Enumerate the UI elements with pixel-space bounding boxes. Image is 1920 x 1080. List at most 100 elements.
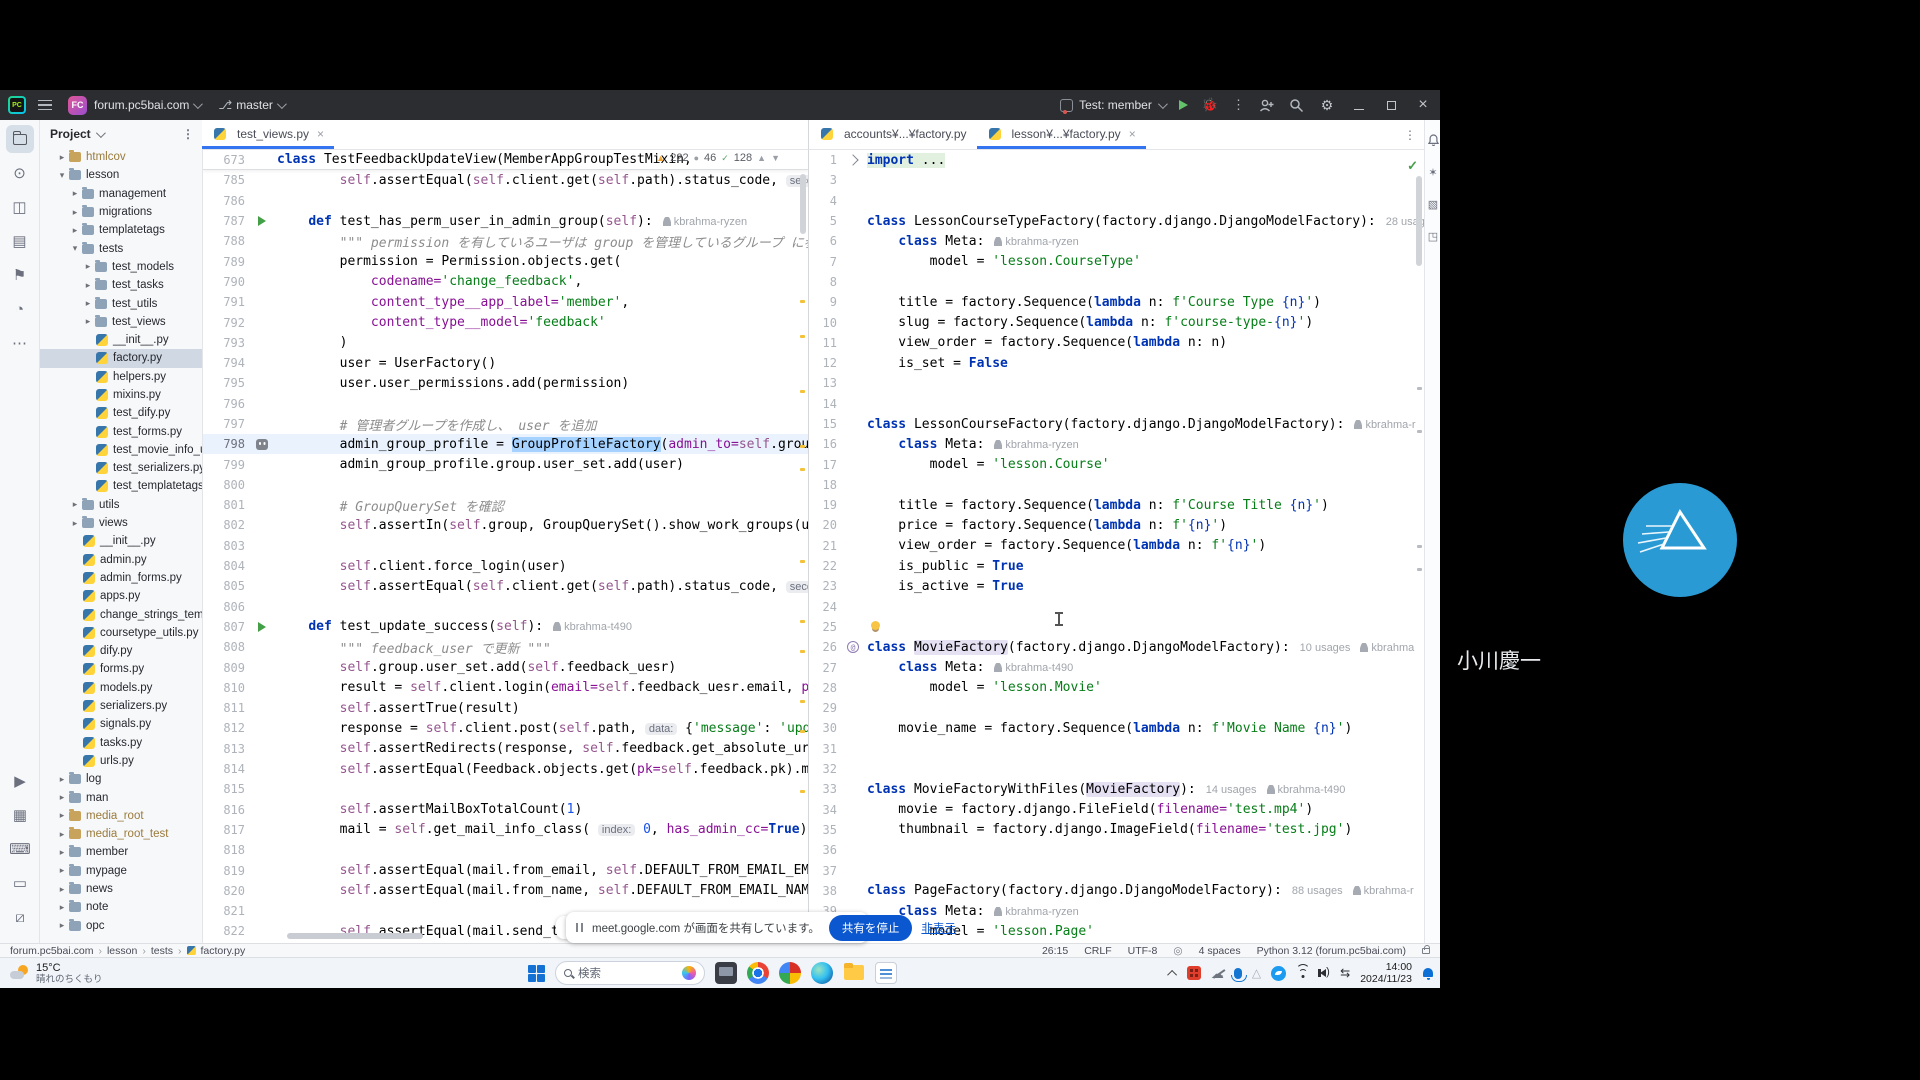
tray-expand-icon[interactable] bbox=[1167, 969, 1177, 979]
code-line[interactable]: 803 bbox=[203, 536, 808, 556]
tree-chevron-icon[interactable]: ▸ bbox=[57, 865, 67, 876]
tree-item-test-movie-info-utils-py[interactable]: test_movie_info_utils.py bbox=[40, 441, 202, 459]
code-line[interactable]: 816 self.assertMailBoxTotalCount(1) bbox=[203, 800, 808, 820]
interpreter[interactable]: Python 3.12 (forum.pc5bai.com) bbox=[1257, 945, 1406, 957]
code-line[interactable]: 6 class Meta:kbrahma-ryzen bbox=[809, 231, 1424, 251]
file-explorer-icon[interactable] bbox=[843, 962, 865, 984]
tree-chevron-icon[interactable]: ▸ bbox=[57, 902, 67, 913]
tree-item-log[interactable]: ▸log bbox=[40, 770, 202, 788]
hscrollbar-thumb[interactable] bbox=[287, 933, 423, 939]
code-line[interactable]: 27 class Meta:kbrahma-t490 bbox=[809, 657, 1424, 677]
close-icon[interactable]: × bbox=[1129, 127, 1136, 141]
fold-chevron-icon[interactable] bbox=[847, 154, 858, 165]
tree-item-opc[interactable]: ▸opc bbox=[40, 916, 202, 934]
tree-item-test-forms-py[interactable]: test_forms.py bbox=[40, 422, 202, 440]
code-line[interactable]: 14 bbox=[809, 394, 1424, 414]
tree-item-serializers-py[interactable]: serializers.py bbox=[40, 697, 202, 715]
tab-lesson-factory[interactable]: lesson¥...¥factory.py × bbox=[977, 119, 1146, 149]
code-line[interactable]: 790 codename='change_feedback', bbox=[203, 272, 808, 292]
tree-item-factory-py[interactable]: factory.py bbox=[40, 349, 202, 367]
microphone-icon[interactable] bbox=[1234, 968, 1242, 979]
tree-item--init-py[interactable]: __init__.py bbox=[40, 331, 202, 349]
project-panel-header[interactable]: Project ⋮ bbox=[40, 120, 202, 148]
more-actions-icon[interactable]: ⋮ bbox=[1232, 97, 1245, 113]
code-line[interactable]: 804 self.client.force_login(user) bbox=[203, 556, 808, 576]
code-line[interactable]: 802 self.assertIn(self.group, GroupQuery… bbox=[203, 515, 808, 535]
code-line[interactable]: 791 content_type__app_label='member', bbox=[203, 292, 808, 312]
terminal-tool-icon[interactable]: ▭ bbox=[6, 869, 34, 897]
tab-test-views[interactable]: test_views.py × bbox=[202, 119, 334, 149]
notifications-bell-icon[interactable] bbox=[1425, 128, 1441, 152]
python-console-icon[interactable]: ⌨ bbox=[6, 835, 34, 863]
ime-language-icon[interactable]: ⇆ bbox=[1340, 966, 1350, 980]
code-line[interactable]: 21 view_order = factory.Sequence(lambda … bbox=[809, 536, 1424, 556]
tree-chevron-icon[interactable]: ▸ bbox=[70, 518, 80, 529]
code-line[interactable]: 4 bbox=[809, 191, 1424, 211]
code-line[interactable]: 815 bbox=[203, 779, 808, 799]
code-line[interactable]: 3 bbox=[809, 170, 1424, 190]
no-problems-check-icon[interactable]: ✓ bbox=[1407, 158, 1418, 174]
code-line[interactable]: 19 title = factory.Sequence(lambda n: f'… bbox=[809, 495, 1424, 515]
code-line[interactable]: 31 bbox=[809, 739, 1424, 759]
speaker-icon[interactable] bbox=[1320, 969, 1326, 977]
notification-bell-icon[interactable] bbox=[1422, 967, 1434, 979]
tree-item-test-templatetags-py[interactable]: test_templatetags.py bbox=[40, 477, 202, 495]
breadcrumb[interactable]: forum.pc5bai.com›lesson›tests›factory.py bbox=[10, 945, 245, 957]
code-line[interactable]: 10 slug = factory.Sequence(lambda n: f'c… bbox=[809, 312, 1424, 332]
code-line[interactable]: 17 model = 'lesson.Course' bbox=[809, 454, 1424, 474]
code-line[interactable]: 32 bbox=[809, 759, 1424, 779]
tree-item-tests[interactable]: ▾tests bbox=[40, 239, 202, 257]
code-line[interactable]: 33class MovieFactoryWithFiles(MovieFacto… bbox=[809, 779, 1424, 799]
tree-chevron-icon[interactable]: ▸ bbox=[57, 829, 67, 840]
code-line[interactable]: 809 self.group.user_set.add(self.feedbac… bbox=[203, 657, 808, 677]
tree-item-news[interactable]: ▸news bbox=[40, 880, 202, 898]
taskbar-search-box[interactable]: 検索 bbox=[555, 961, 705, 985]
search-icon[interactable] bbox=[1289, 98, 1304, 113]
run-tool-icon[interactable]: ▶ bbox=[6, 767, 34, 795]
tree-item-mypage[interactable]: ▸mypage bbox=[40, 862, 202, 880]
run-test-icon[interactable] bbox=[258, 622, 266, 632]
next-problem-icon[interactable]: ▼ bbox=[771, 153, 780, 163]
tree-item-admin-forms-py[interactable]: admin_forms.py bbox=[40, 569, 202, 587]
code-line[interactable]: 11 view_order = factory.Sequence(lambda … bbox=[809, 333, 1424, 353]
weather-widget[interactable]: 15°C 晴れのちくもり bbox=[10, 962, 103, 985]
code-line[interactable]: 818 bbox=[203, 840, 808, 860]
code-line[interactable]: 38class PageFactory(factory.django.Djang… bbox=[809, 881, 1424, 901]
tree-item-coursetype-utils-py[interactable]: coursetype_utils.py bbox=[40, 624, 202, 642]
tree-item-helpers-py[interactable]: helpers.py bbox=[40, 368, 202, 386]
code-line[interactable]: 794 user = UserFactory() bbox=[203, 353, 808, 373]
taskview-app-icon[interactable] bbox=[715, 962, 737, 984]
code-line[interactable]: 25 bbox=[809, 617, 1424, 637]
code-line[interactable]: 22 is_public = True bbox=[809, 556, 1424, 576]
main-menu-icon[interactable] bbox=[38, 100, 52, 111]
hide-button[interactable]: 非表示 bbox=[921, 920, 956, 936]
code-line[interactable]: 792 content_type__model='feedback' bbox=[203, 312, 808, 332]
pause-icon[interactable] bbox=[576, 923, 583, 932]
code-line[interactable]: 786 bbox=[203, 191, 808, 211]
code-line[interactable]: 1import ... bbox=[809, 150, 1424, 170]
window-maximize-button[interactable] bbox=[1382, 97, 1400, 113]
tree-item-test-dify-py[interactable]: test_dify.py bbox=[40, 404, 202, 422]
code-line[interactable]: 23 is_active = True bbox=[809, 576, 1424, 596]
tree-chevron-icon[interactable]: ▸ bbox=[70, 188, 80, 199]
tree-item-utils[interactable]: ▸utils bbox=[40, 496, 202, 514]
tree-chevron-icon[interactable]: ▸ bbox=[83, 298, 93, 309]
code-line[interactable]: 37 bbox=[809, 860, 1424, 880]
run-button[interactable] bbox=[1179, 100, 1188, 110]
tree-item-htmlcov[interactable]: ▸htmlcov bbox=[40, 148, 202, 166]
tree-item-models-py[interactable]: models.py bbox=[40, 679, 202, 697]
breadcrumb-item[interactable]: forum.pc5bai.com bbox=[10, 945, 93, 957]
tree-item-man[interactable]: ▸man bbox=[40, 788, 202, 806]
scrollbar-thumb[interactable] bbox=[1416, 176, 1422, 266]
code-line[interactable]: 20 price = factory.Sequence(lambda n: f'… bbox=[809, 515, 1424, 535]
tree-item-templatetags[interactable]: ▸templatetags bbox=[40, 221, 202, 239]
problems-tool-icon[interactable]: ⧄ bbox=[6, 903, 34, 931]
tree-item-test-tasks[interactable]: ▸test_tasks bbox=[40, 276, 202, 294]
code-with-me-icon[interactable] bbox=[1259, 98, 1275, 112]
tree-item-admin-py[interactable]: admin.py bbox=[40, 551, 202, 569]
tree-chevron-icon[interactable]: ▸ bbox=[70, 499, 80, 510]
tree-item-dify-py[interactable]: dify.py bbox=[40, 642, 202, 660]
chrome-app-icon[interactable] bbox=[747, 962, 769, 984]
code-line[interactable]: 34 movie = factory.django.FileField(file… bbox=[809, 800, 1424, 820]
branch-selector[interactable]: ⎇ master bbox=[218, 98, 284, 112]
